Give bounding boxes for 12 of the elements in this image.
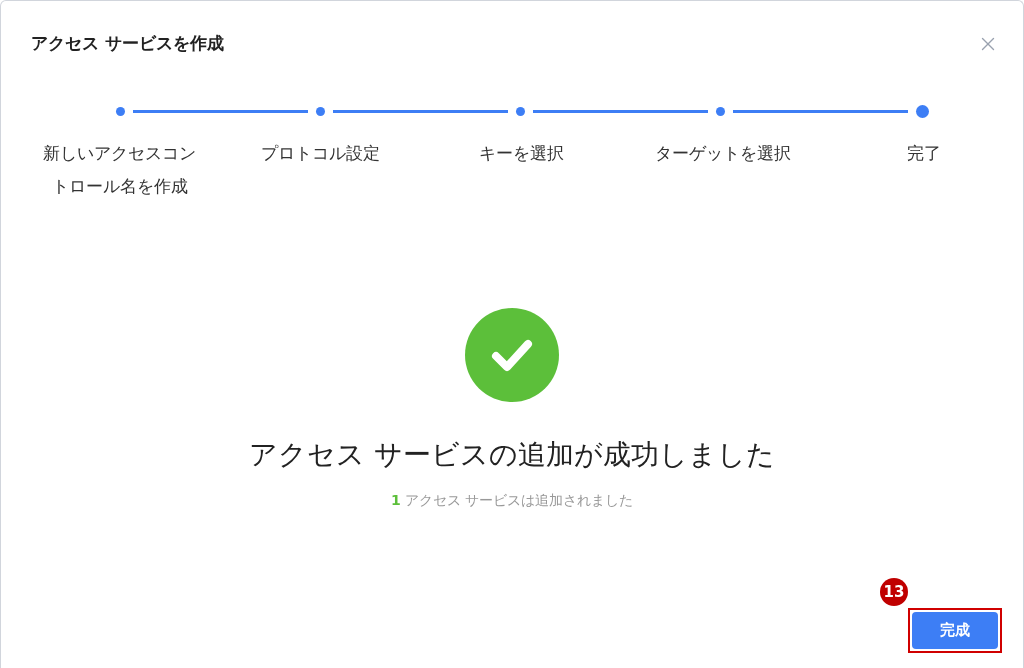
added-count: 1 [390,490,401,510]
step-label: ターゲットを選択 [654,141,791,165]
callout-badge: 13 [880,578,908,606]
step-label: 新しいアクセスコントロール名を作成 [42,141,197,198]
finish-button[interactable]: 完成 [912,612,998,649]
success-heading: アクセス サービスの追加が成功しました [249,436,775,473]
success-message: アクセス サービスは追加されました [404,490,634,510]
step-label: 完了 [906,141,941,165]
success-check-icon [465,307,559,402]
dialog-title: アクセス サービスを作成 [31,32,224,55]
step-label: プロトコル設定 [261,141,380,165]
step-label: キーを選択 [479,141,564,165]
